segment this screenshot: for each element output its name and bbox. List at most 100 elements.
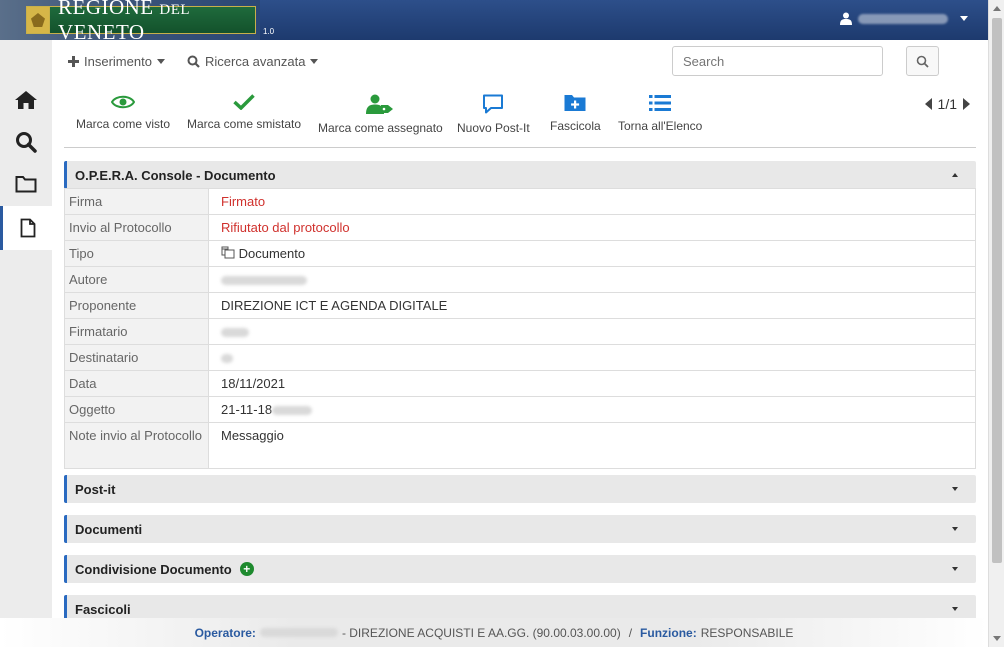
redacted-value <box>221 328 249 338</box>
subject-text: 21-11-18 <box>221 402 273 417</box>
mark-assigned-button[interactable]: Marca come assegnato <box>318 94 443 135</box>
sidebar <box>0 40 52 618</box>
user-icon <box>840 12 852 25</box>
document-details-table: Firma Firmato Invio al Protocollo Rifiut… <box>64 188 976 469</box>
field-label: Proponente <box>64 292 209 319</box>
folders-panel-header[interactable]: Fascicoli <box>64 595 976 618</box>
field-value: Firmato <box>208 188 976 215</box>
field-label: Autore <box>64 266 209 293</box>
document-panel-header[interactable]: O.P.E.R.A. Console - Documento <box>64 161 976 189</box>
advanced-search-menu-button[interactable]: Ricerca avanzata <box>187 54 319 69</box>
scroll-down-icon[interactable] <box>993 636 1001 641</box>
action-toolbar: Marca come visto Marca come smistato Mar… <box>64 90 976 148</box>
table-row: Oggetto 21-11-18 <box>64 396 976 423</box>
back-to-list-button[interactable]: Torna all'Elenco <box>618 94 702 133</box>
menu-bar: Inserimento Ricerca avanzata <box>52 40 988 84</box>
table-row: Invio al Protocollo Rifiutato dal protoc… <box>64 214 976 241</box>
sharing-panel-header[interactable]: Condivisione Documento + <box>64 555 976 583</box>
field-label: Firma <box>64 188 209 215</box>
chevron-down-icon <box>952 567 958 571</box>
field-value <box>208 344 976 371</box>
search-icon <box>187 55 200 68</box>
field-label: Tipo <box>64 240 209 267</box>
folder-icon <box>15 176 37 193</box>
insert-menu-button[interactable]: Inserimento <box>68 54 165 69</box>
postit-panel-header[interactable]: Post-it <box>64 475 976 503</box>
field-value: Documento <box>208 240 976 267</box>
operator-name-redacted <box>259 628 338 637</box>
documents-panel-title: Documenti <box>75 521 143 537</box>
pager-count: 1/1 <box>937 96 957 112</box>
redacted-value <box>221 354 233 364</box>
redacted-value <box>272 406 313 416</box>
chevron-down-icon <box>952 527 958 531</box>
field-value: 21-11-18 <box>208 396 976 423</box>
search-button[interactable] <box>906 46 939 76</box>
main-content: Inserimento Ricerca avanzata Marca come … <box>52 40 988 618</box>
search-input[interactable] <box>672 46 883 76</box>
mark-assigned-label: Marca come assegnato <box>318 121 443 135</box>
field-value <box>208 266 976 293</box>
field-value: 18/11/2021 <box>208 370 976 397</box>
scroll-thumb[interactable] <box>992 18 1002 563</box>
scroll-up-icon[interactable] <box>993 6 1001 11</box>
field-value: Rifiutato dal protocollo <box>208 214 976 241</box>
field-value <box>208 318 976 345</box>
documents-panel-header[interactable]: Documenti <box>64 515 976 543</box>
field-label: Note invio al Protocollo <box>64 422 209 469</box>
pager: 1/1 <box>924 96 970 112</box>
field-value: Messaggio <box>208 422 976 469</box>
next-arrow-icon[interactable] <box>963 98 970 110</box>
plus-icon <box>68 56 79 67</box>
chevron-down-icon <box>952 607 958 611</box>
search-icon <box>916 55 929 68</box>
add-circle-icon[interactable]: + <box>239 562 254 576</box>
mark-seen-label: Marca come visto <box>76 117 171 131</box>
comment-icon <box>483 94 504 114</box>
user-name-redacted <box>858 13 948 24</box>
field-label: Invio al Protocollo <box>64 214 209 241</box>
redacted-value <box>221 276 307 286</box>
advanced-search-label: Ricerca avanzata <box>205 54 306 69</box>
sidebar-item-documents[interactable] <box>0 206 52 250</box>
mark-dispatched-label: Marca come smistato <box>187 117 302 131</box>
previous-arrow-icon[interactable] <box>924 98 932 110</box>
folder-plus-icon <box>564 95 586 111</box>
mark-dispatched-button[interactable]: Marca come smistato <box>187 94 301 131</box>
sidebar-item-home[interactable] <box>0 80 52 120</box>
new-postit-label: Nuovo Post-It <box>457 121 530 135</box>
field-label: Data <box>64 370 209 397</box>
chevron-down-icon <box>960 16 968 21</box>
table-row: Proponente DIREZIONE ICT E AGENDA DIGITA… <box>64 292 976 319</box>
lion-emblem-icon <box>27 7 50 33</box>
table-row: Note invio al Protocollo Messaggio <box>64 422 976 469</box>
chevron-down-icon <box>952 487 958 491</box>
document-type-text: Documento <box>238 246 306 261</box>
table-row: Tipo Documento <box>64 240 976 267</box>
field-value: DIREZIONE ICT E AGENDA DIGITALE <box>208 292 976 319</box>
document-panel-title: O.P.E.R.A. Console - Documento <box>75 167 276 183</box>
eye-icon <box>111 95 136 109</box>
top-header: REGIONE DEL VENETO 1.0 <box>0 0 988 40</box>
chevron-down-icon <box>156 59 165 64</box>
checkmark-icon <box>233 94 255 110</box>
file-document-button[interactable]: Fascicola <box>550 94 601 133</box>
field-label: Oggetto <box>64 396 209 423</box>
regione-veneto-logo[interactable]: REGIONE DEL VENETO <box>26 0 256 40</box>
mark-seen-button[interactable]: Marca come visto <box>76 94 170 131</box>
document-copy-icon <box>221 246 235 259</box>
field-label: Destinatario <box>64 344 209 371</box>
function-label: Funzione: <box>640 625 697 640</box>
function-value: RESPONSABILE <box>700 625 794 640</box>
table-row: Autore <box>64 266 976 293</box>
sharing-panel-title: Condivisione Documento <box>75 561 232 577</box>
sidebar-item-folders[interactable] <box>0 164 52 204</box>
chevron-up-icon <box>952 173 958 177</box>
sidebar-item-search[interactable] <box>0 122 52 162</box>
user-menu[interactable] <box>840 12 968 25</box>
new-postit-button[interactable]: Nuovo Post-It <box>457 94 530 135</box>
vertical-scrollbar[interactable] <box>988 0 1004 647</box>
search-icon <box>16 132 37 153</box>
table-row: Firma Firmato <box>64 188 976 215</box>
table-row: Firmatario <box>64 318 976 345</box>
